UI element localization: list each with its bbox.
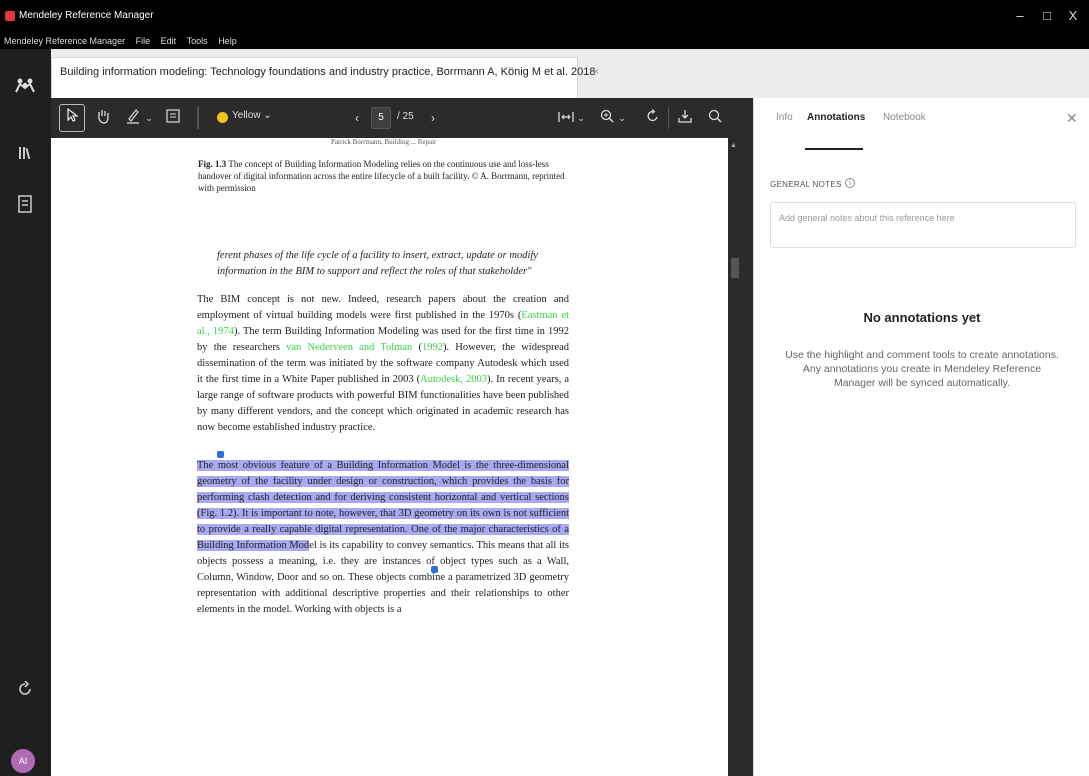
annotations-panel: Info Annotations Notebook ✕ GENERAL NOTE… bbox=[753, 98, 1089, 776]
notebook-icon[interactable] bbox=[14, 195, 36, 217]
active-tab-indicator bbox=[805, 148, 863, 150]
menu-edit[interactable]: Edit bbox=[157, 34, 181, 46]
body-paragraph-2: The most obvious feature of a Building I… bbox=[197, 458, 569, 618]
menu-bar: Mendeley Reference Manager File Edit Too… bbox=[0, 34, 1089, 49]
zoom-icon[interactable] bbox=[597, 108, 617, 128]
close-panel-icon[interactable]: ✕ bbox=[1066, 110, 1078, 127]
quote-paragraph: ferent phases of the life cycle of a fac… bbox=[217, 250, 538, 277]
page-total: / 25 bbox=[397, 111, 414, 122]
figure-caption: Fig. 1.3 The concept of Building Informa… bbox=[198, 158, 568, 194]
tab-info[interactable]: Info bbox=[776, 112, 793, 123]
empty-state-line-2: Any annotations you create in Mendeley R… bbox=[802, 363, 1042, 389]
info-icon[interactable]: i bbox=[845, 178, 855, 188]
pdf-viewer[interactable]: Patrick Borrmann, Building ... Repair Fi… bbox=[51, 138, 753, 776]
hand-tool-icon[interactable] bbox=[93, 108, 113, 128]
highlight-color-select[interactable]: Yellow ⌄ bbox=[232, 110, 272, 121]
body-paragraph-1: The BIM concept is not new. Indeed, rese… bbox=[197, 292, 569, 436]
text-selection-highlight[interactable]: The most obvious feature of a Building I… bbox=[197, 460, 569, 551]
scrollbar-thumb[interactable] bbox=[731, 258, 739, 278]
menu-help[interactable]: Help bbox=[214, 34, 241, 46]
tab-close-icon[interactable]: × bbox=[593, 66, 599, 78]
selection-start-handle[interactable] bbox=[217, 451, 224, 458]
empty-state-line-1: Use the highlight and comment tools to c… bbox=[785, 349, 1059, 361]
document-tab[interactable]: Building information modeling: Technolog… bbox=[51, 57, 599, 98]
page-number-input[interactable]: 5 bbox=[371, 107, 391, 129]
general-notes-label: GENERAL NOTES bbox=[770, 180, 842, 189]
general-notes-input[interactable]: Add general notes about this reference h… bbox=[770, 202, 1076, 248]
figure-caption-text: The concept of Building Information Mode… bbox=[198, 159, 565, 193]
document-tab-title: Building information modeling: Technolog… bbox=[60, 66, 596, 78]
library-icon[interactable] bbox=[14, 145, 36, 167]
download-icon[interactable] bbox=[675, 108, 695, 128]
search-icon[interactable] bbox=[705, 108, 725, 128]
select-tool-icon[interactable] bbox=[59, 104, 85, 132]
tab-notebook[interactable]: Notebook bbox=[883, 112, 926, 123]
app-logo-icon bbox=[5, 11, 15, 21]
previous-page-chevron-left-icon[interactable]: ‹ bbox=[351, 108, 363, 128]
title-bar: Mendeley Reference Manager – □ X bbox=[0, 0, 1089, 34]
next-page-chevron-right-icon[interactable]: › bbox=[427, 108, 439, 128]
citation-link[interactable]: van Nederveen and Tolman bbox=[286, 342, 412, 353]
pdf-toolbar: ⌄ Yellow ⌄ ‹ 5 / 25 › ⌄ ⌄ bbox=[51, 98, 753, 138]
figure-caption-label: Fig. 1.3 bbox=[198, 159, 227, 169]
maximize-button[interactable]: □ bbox=[1037, 8, 1057, 23]
vertical-scrollbar[interactable]: ▲ bbox=[728, 138, 742, 776]
menu-tools[interactable]: Tools bbox=[183, 34, 212, 46]
para1-text: The BIM concept is not new. Indeed, rese… bbox=[197, 294, 569, 321]
close-window-button[interactable]: X bbox=[1063, 8, 1083, 23]
tab-annotations[interactable]: Annotations bbox=[807, 112, 865, 123]
selection-end-handle[interactable] bbox=[431, 566, 438, 573]
citation-link[interactable]: 1992 bbox=[422, 342, 443, 353]
minimize-button[interactable]: – bbox=[1010, 8, 1030, 23]
empty-state-message: Use the highlight and comment tools to c… bbox=[784, 348, 1060, 390]
menu-app[interactable]: Mendeley Reference Manager bbox=[0, 34, 129, 46]
para2-text: el is its capability to convey semantics… bbox=[197, 540, 569, 615]
user-avatar[interactable]: AI bbox=[11, 749, 35, 773]
tab-strip: Building information modeling: Technolog… bbox=[51, 49, 1089, 98]
running-header: Patrick Borrmann, Building ... Repair bbox=[331, 138, 437, 146]
sync-icon[interactable] bbox=[14, 680, 36, 703]
empty-state-title: No annotations yet bbox=[863, 310, 981, 325]
toolbar-divider-2 bbox=[668, 107, 669, 129]
fit-width-icon[interactable] bbox=[555, 108, 577, 128]
zoom-dropdown-chevron-down-icon[interactable]: ⌄ bbox=[617, 108, 627, 128]
fit-dropdown-chevron-down-icon[interactable]: ⌄ bbox=[576, 108, 586, 128]
para1-text: ( bbox=[412, 342, 422, 353]
highlighter-dropdown-chevron-down-icon[interactable]: ⌄ bbox=[143, 108, 155, 128]
highlighter-tool-icon[interactable] bbox=[123, 108, 143, 128]
citation-link[interactable]: Autodesk, 2003 bbox=[420, 374, 487, 385]
highlight-color-swatch[interactable] bbox=[217, 112, 228, 123]
pdf-page[interactable]: Patrick Borrmann, Building ... Repair Fi… bbox=[51, 138, 728, 776]
toolbar-divider bbox=[197, 107, 199, 129]
comment-tool-icon[interactable] bbox=[163, 108, 183, 128]
scroll-up-arrow-icon[interactable]: ▲ bbox=[730, 142, 737, 149]
mendeley-logo-icon[interactable] bbox=[14, 77, 36, 99]
window-title: Mendeley Reference Manager bbox=[19, 10, 154, 21]
menu-file[interactable]: File bbox=[132, 34, 155, 46]
left-rail: AI bbox=[0, 49, 51, 776]
rotate-icon[interactable] bbox=[643, 108, 663, 128]
